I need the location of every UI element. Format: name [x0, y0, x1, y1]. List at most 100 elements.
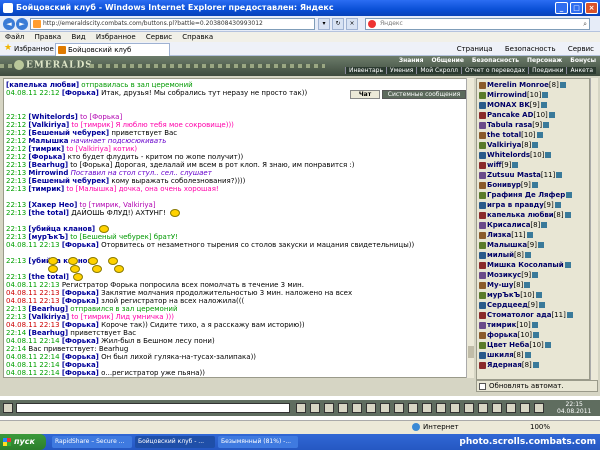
- info-icon[interactable]: [531, 182, 538, 188]
- chat-nick[interactable]: [Whitelords]: [28, 113, 77, 121]
- user-name[interactable]: тимрик: [487, 321, 516, 329]
- chat-time[interactable]: 22:13: [6, 177, 26, 185]
- menu-view[interactable]: Вид: [71, 33, 85, 41]
- chat-log[interactable]: [капелька любви] отправилась в зал церем…: [3, 78, 473, 378]
- stop-icon[interactable]: ×: [346, 18, 358, 30]
- chat-nick[interactable]: [Форька]: [62, 89, 99, 97]
- user-name[interactable]: милый: [487, 251, 514, 259]
- sound-icon[interactable]: [352, 403, 362, 413]
- info-icon[interactable]: [533, 332, 540, 338]
- search-input[interactable]: Яндекс ⌕: [365, 18, 590, 30]
- menu-file[interactable]: Файл: [5, 33, 24, 41]
- zoom-level[interactable]: 100%: [530, 421, 550, 434]
- auto-refresh-checkbox[interactable]: Обновлять автомат.: [476, 380, 598, 392]
- user-name[interactable]: мурЪкЪ: [487, 291, 520, 299]
- info-icon[interactable]: [536, 132, 543, 138]
- user-row[interactable]: MONAX BK[9]: [479, 101, 547, 110]
- chat-time[interactable]: 04.08.11 22:14: [6, 353, 60, 361]
- info-icon[interactable]: [538, 302, 545, 308]
- chat-nick[interactable]: [Bearhug]: [28, 161, 68, 169]
- chat-nick[interactable]: [Форька]: [28, 153, 65, 161]
- nav-knowledge[interactable]: Знания: [399, 57, 424, 64]
- chat-nick[interactable]: [тимрик]: [28, 185, 64, 193]
- chat-nick[interactable]: [Хакер Heo]: [28, 201, 77, 209]
- user-name[interactable]: Стоматолог ада: [487, 311, 551, 319]
- info-icon[interactable]: [559, 82, 566, 88]
- user-row[interactable]: капелька любви[8]: [479, 211, 571, 220]
- user-name[interactable]: Pancake AD: [487, 111, 533, 119]
- chat-nick[interactable]: [Форька]: [62, 241, 99, 249]
- user-row[interactable]: Сердцеед[9]: [479, 301, 545, 310]
- user-row[interactable]: wiff[9]: [479, 161, 519, 170]
- user-row[interactable]: Стоматолог ада[11]: [479, 311, 573, 320]
- chat-nick[interactable]: [Форька]: [62, 321, 99, 329]
- info-icon[interactable]: [556, 172, 563, 178]
- user-row[interactable]: Whitelords[10]: [479, 151, 552, 160]
- translit-icon[interactable]: [366, 403, 376, 413]
- chat-nick[interactable]: [Форька]: [62, 297, 99, 305]
- user-list-scrollbar[interactable]: [590, 78, 598, 380]
- chat-time[interactable]: 22:12: [6, 113, 26, 121]
- chat-time[interactable]: 22:13: [6, 273, 26, 281]
- user-row[interactable]: Му-шу[8]: [479, 281, 531, 290]
- security-menu[interactable]: Безопасность: [505, 45, 556, 53]
- emote-icon[interactable]: [436, 403, 446, 413]
- user-row[interactable]: Цвет Неба[10]: [479, 341, 551, 350]
- chat-nick[interactable]: [капелька любви]: [6, 81, 79, 89]
- chat-time[interactable]: 04.08.11 22:13: [6, 281, 60, 289]
- user-row[interactable]: Zutsuu Masta[11]: [479, 171, 563, 180]
- user-row[interactable]: Бонивур[9]: [479, 181, 538, 190]
- minimize-button[interactable]: _: [555, 2, 568, 14]
- send-icon[interactable]: [296, 403, 306, 413]
- info-icon[interactable]: [542, 92, 549, 98]
- chat-nick[interactable]: [Valkiriya]: [28, 121, 69, 129]
- subnav-scroll[interactable]: Мой Скролл: [416, 67, 461, 74]
- user-row[interactable]: форька[10]: [479, 331, 540, 340]
- user-row[interactable]: Малышка[9]: [479, 241, 544, 250]
- info-icon[interactable]: [532, 272, 539, 278]
- user-name[interactable]: шкиля: [487, 351, 514, 359]
- chat-time[interactable]: 22:13: [6, 313, 26, 321]
- info-icon[interactable]: [535, 292, 542, 298]
- chat-nick[interactable]: [Форька]: [62, 337, 99, 345]
- user-row[interactable]: Ядерная[8]: [479, 361, 539, 370]
- chat-time[interactable]: 22:12: [6, 153, 26, 161]
- chat-nick[interactable]: [Valkiriya]: [28, 313, 69, 321]
- chat-time[interactable]: 22:13: [6, 161, 26, 169]
- info-icon[interactable]: [566, 192, 573, 198]
- message-input[interactable]: [16, 403, 290, 413]
- chat-time[interactable]: 22:13: [6, 209, 26, 217]
- info-icon[interactable]: [548, 112, 555, 118]
- user-name[interactable]: Merelin Monroe: [487, 81, 549, 89]
- chat-nick[interactable]: Малышка: [28, 137, 68, 145]
- user-name[interactable]: Whitelords: [487, 151, 530, 159]
- info-icon[interactable]: [545, 152, 552, 158]
- chat-time[interactable]: 22:13: [6, 305, 26, 313]
- chat-time[interactable]: 22:13: [6, 185, 26, 193]
- nav-security[interactable]: Безопасность: [472, 57, 519, 64]
- info-icon[interactable]: [564, 262, 571, 268]
- favorites-star-icon[interactable]: ★: [4, 44, 13, 53]
- info-icon[interactable]: [541, 222, 548, 228]
- user-name[interactable]: форька: [487, 331, 518, 339]
- info-icon[interactable]: [524, 352, 531, 358]
- info-icon[interactable]: [544, 342, 551, 348]
- chat-time[interactable]: 22:12: [6, 145, 26, 153]
- chat-time[interactable]: 04.08.11 22:13: [6, 321, 60, 329]
- user-row[interactable]: Крисалиса[8]: [479, 221, 548, 230]
- nav-character[interactable]: Персонаж: [527, 57, 562, 64]
- task-rapidshare[interactable]: RapidShare – Secure ...: [52, 436, 132, 448]
- user-name[interactable]: Малышка: [487, 241, 527, 249]
- chat-nick[interactable]: [the total]: [28, 273, 69, 281]
- browser-tab[interactable]: Бойцовский клуб: [55, 43, 170, 56]
- user-name[interactable]: капелька любви: [487, 211, 554, 219]
- user-name[interactable]: Mirrowind: [487, 91, 527, 99]
- chat-nick[interactable]: [the total]: [28, 209, 69, 217]
- back-button[interactable]: ◄: [3, 18, 15, 30]
- page-menu[interactable]: Страница: [457, 45, 493, 53]
- menu-help[interactable]: Справка: [182, 33, 213, 41]
- chat-nick[interactable]: [убийца кланов]: [28, 257, 95, 265]
- exit-icon[interactable]: [534, 403, 544, 413]
- chat-time[interactable]: 22:12: [6, 121, 26, 129]
- chat-time[interactable]: 22:14: [6, 345, 26, 353]
